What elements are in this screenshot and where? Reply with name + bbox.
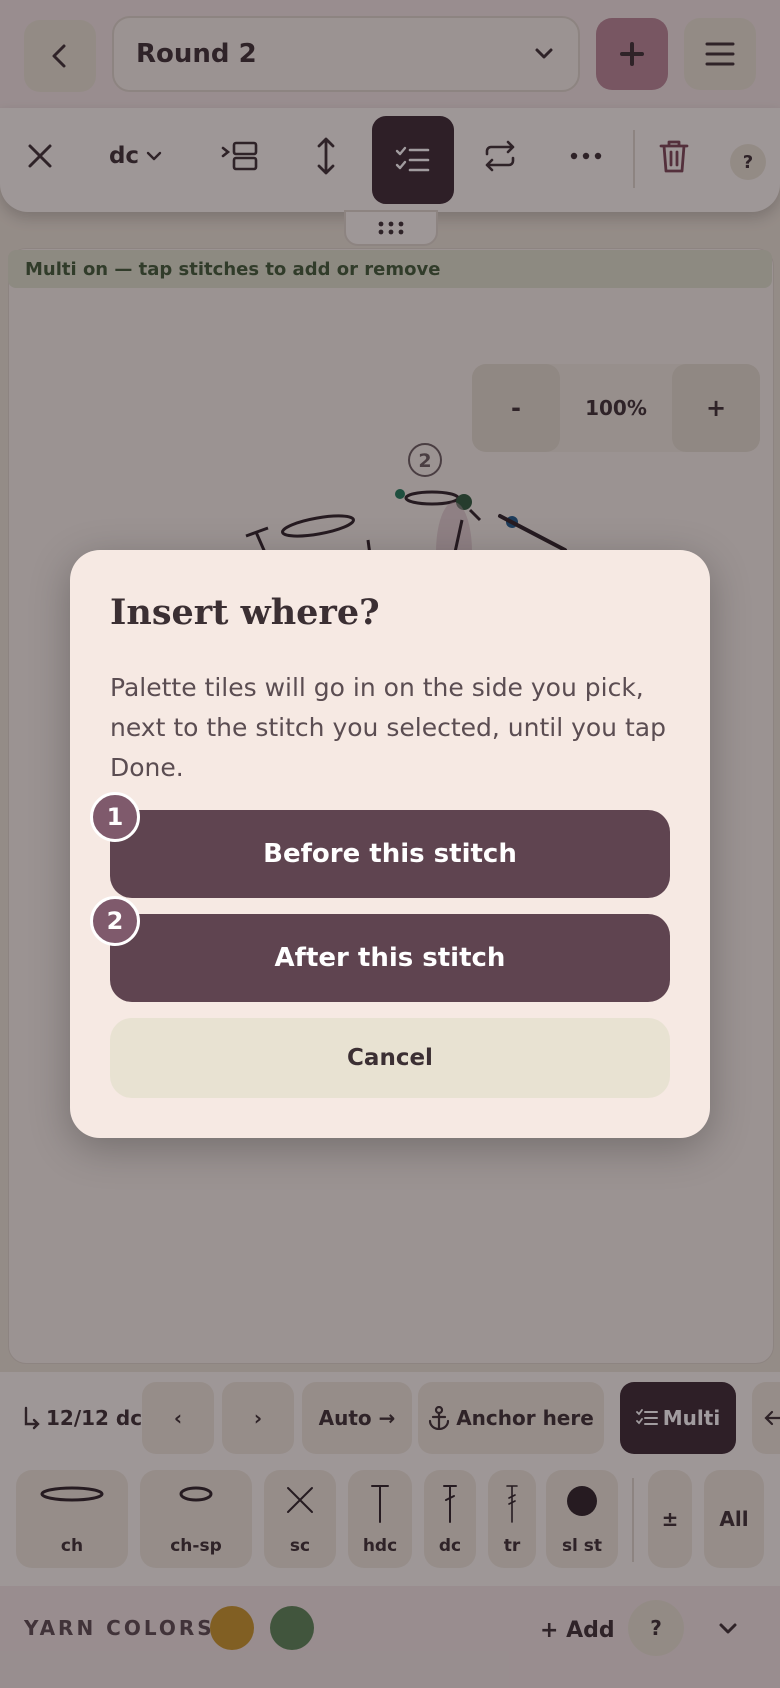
- cancel-button[interactable]: Cancel: [110, 1018, 670, 1098]
- dialog-title: Insert where?: [110, 592, 380, 633]
- cancel-label: Cancel: [347, 1045, 433, 1071]
- shortcut-badge-1: 1: [90, 792, 140, 842]
- shortcut-badge-2: 2: [90, 896, 140, 946]
- badge-number: 2: [106, 907, 124, 935]
- before-stitch-button[interactable]: Before this stitch: [110, 810, 670, 898]
- after-stitch-button[interactable]: After this stitch: [110, 914, 670, 1002]
- badge-number: 1: [106, 803, 124, 831]
- before-stitch-label: Before this stitch: [263, 839, 517, 869]
- dialog-body: Palette tiles will go in on the side you…: [110, 673, 666, 782]
- after-stitch-label: After this stitch: [274, 943, 506, 973]
